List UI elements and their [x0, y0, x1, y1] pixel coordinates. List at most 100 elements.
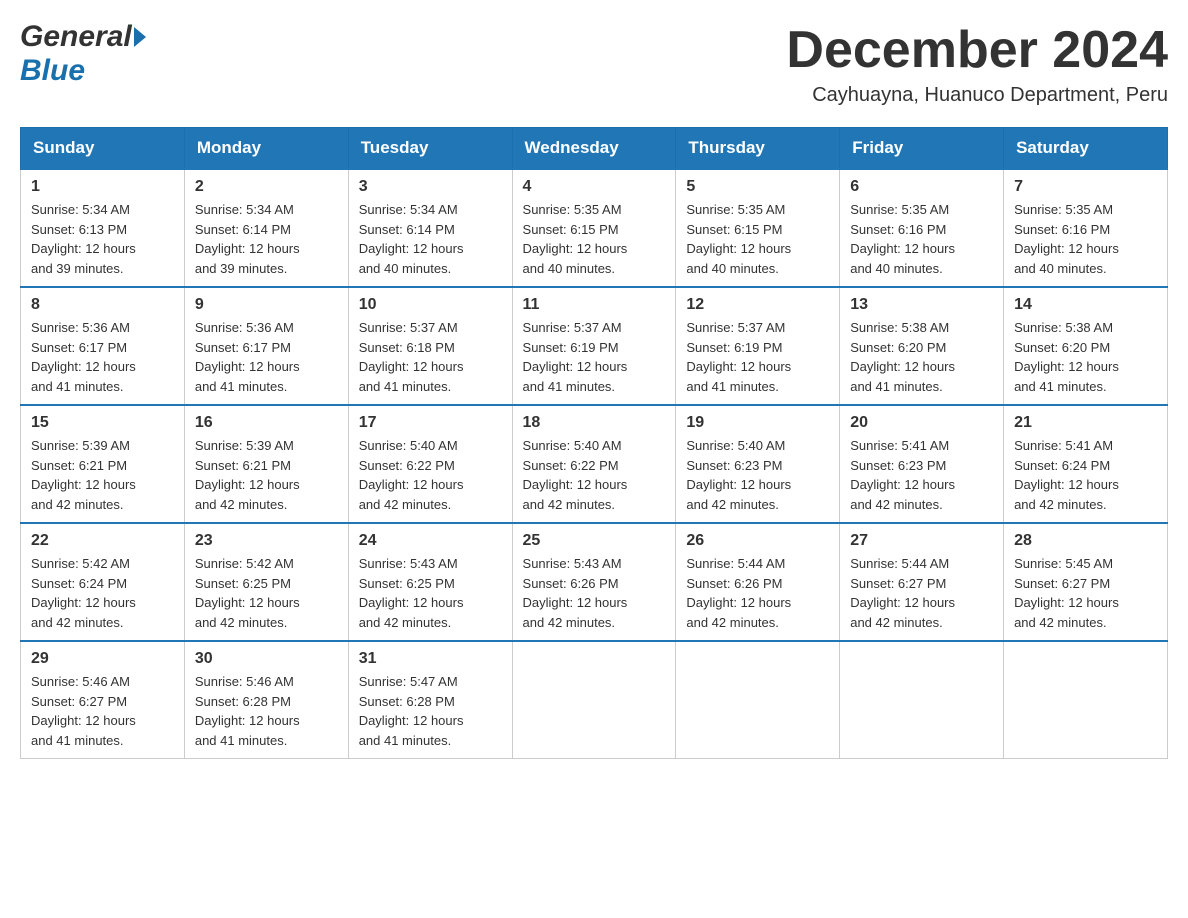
calendar-cell: 23 Sunrise: 5:42 AMSunset: 6:25 PMDaylig…: [184, 523, 348, 641]
day-info: Sunrise: 5:46 AMSunset: 6:28 PMDaylight:…: [195, 672, 338, 750]
page-header: General Blue December 2024 Cayhuayna, Hu…: [20, 20, 1168, 107]
day-info: Sunrise: 5:42 AMSunset: 6:25 PMDaylight:…: [195, 554, 338, 632]
day-number: 29: [31, 650, 174, 668]
day-info: Sunrise: 5:37 AMSunset: 6:18 PMDaylight:…: [359, 318, 502, 396]
day-info: Sunrise: 5:37 AMSunset: 6:19 PMDaylight:…: [523, 318, 666, 396]
logo-general-text: General: [20, 20, 132, 54]
day-info: Sunrise: 5:45 AMSunset: 6:27 PMDaylight:…: [1014, 554, 1157, 632]
calendar-cell: 6 Sunrise: 5:35 AMSunset: 6:16 PMDayligh…: [840, 169, 1004, 287]
calendar-cell: 21 Sunrise: 5:41 AMSunset: 6:24 PMDaylig…: [1004, 405, 1168, 523]
calendar-cell: 15 Sunrise: 5:39 AMSunset: 6:21 PMDaylig…: [21, 405, 185, 523]
calendar-week-5: 29 Sunrise: 5:46 AMSunset: 6:27 PMDaylig…: [21, 641, 1168, 759]
calendar-week-1: 1 Sunrise: 5:34 AMSunset: 6:13 PMDayligh…: [21, 169, 1168, 287]
calendar-cell: 27 Sunrise: 5:44 AMSunset: 6:27 PMDaylig…: [840, 523, 1004, 641]
day-number: 17: [359, 414, 502, 432]
day-number: 7: [1014, 178, 1157, 196]
calendar-cell: 17 Sunrise: 5:40 AMSunset: 6:22 PMDaylig…: [348, 405, 512, 523]
calendar-week-4: 22 Sunrise: 5:42 AMSunset: 6:24 PMDaylig…: [21, 523, 1168, 641]
calendar-cell: 31 Sunrise: 5:47 AMSunset: 6:28 PMDaylig…: [348, 641, 512, 759]
day-info: Sunrise: 5:36 AMSunset: 6:17 PMDaylight:…: [31, 318, 174, 396]
day-info: Sunrise: 5:40 AMSunset: 6:23 PMDaylight:…: [686, 436, 829, 514]
location-text: Cayhuayna, Huanuco Department, Peru: [786, 84, 1168, 107]
day-info: Sunrise: 5:44 AMSunset: 6:26 PMDaylight:…: [686, 554, 829, 632]
calendar-cell: 5 Sunrise: 5:35 AMSunset: 6:15 PMDayligh…: [676, 169, 840, 287]
calendar-cell: [840, 641, 1004, 759]
day-number: 28: [1014, 532, 1157, 550]
calendar-cell: 26 Sunrise: 5:44 AMSunset: 6:26 PMDaylig…: [676, 523, 840, 641]
day-info: Sunrise: 5:44 AMSunset: 6:27 PMDaylight:…: [850, 554, 993, 632]
day-info: Sunrise: 5:39 AMSunset: 6:21 PMDaylight:…: [31, 436, 174, 514]
calendar-cell: 18 Sunrise: 5:40 AMSunset: 6:22 PMDaylig…: [512, 405, 676, 523]
calendar-cell: 8 Sunrise: 5:36 AMSunset: 6:17 PMDayligh…: [21, 287, 185, 405]
calendar-cell: 28 Sunrise: 5:45 AMSunset: 6:27 PMDaylig…: [1004, 523, 1168, 641]
day-info: Sunrise: 5:35 AMSunset: 6:15 PMDaylight:…: [686, 200, 829, 278]
day-number: 25: [523, 532, 666, 550]
day-number: 2: [195, 178, 338, 196]
day-info: Sunrise: 5:39 AMSunset: 6:21 PMDaylight:…: [195, 436, 338, 514]
day-info: Sunrise: 5:35 AMSunset: 6:16 PMDaylight:…: [850, 200, 993, 278]
day-info: Sunrise: 5:41 AMSunset: 6:24 PMDaylight:…: [1014, 436, 1157, 514]
calendar-week-3: 15 Sunrise: 5:39 AMSunset: 6:21 PMDaylig…: [21, 405, 1168, 523]
calendar-cell: 1 Sunrise: 5:34 AMSunset: 6:13 PMDayligh…: [21, 169, 185, 287]
calendar-cell: 7 Sunrise: 5:35 AMSunset: 6:16 PMDayligh…: [1004, 169, 1168, 287]
col-header-friday: Friday: [840, 128, 1004, 170]
day-number: 6: [850, 178, 993, 196]
day-number: 16: [195, 414, 338, 432]
day-info: Sunrise: 5:43 AMSunset: 6:26 PMDaylight:…: [523, 554, 666, 632]
calendar-cell: 30 Sunrise: 5:46 AMSunset: 6:28 PMDaylig…: [184, 641, 348, 759]
calendar-cell: 16 Sunrise: 5:39 AMSunset: 6:21 PMDaylig…: [184, 405, 348, 523]
day-number: 8: [31, 296, 174, 314]
day-number: 13: [850, 296, 993, 314]
title-section: December 2024 Cayhuayna, Huanuco Departm…: [786, 20, 1168, 107]
day-number: 20: [850, 414, 993, 432]
day-info: Sunrise: 5:43 AMSunset: 6:25 PMDaylight:…: [359, 554, 502, 632]
calendar-cell: [512, 641, 676, 759]
day-info: Sunrise: 5:34 AMSunset: 6:14 PMDaylight:…: [195, 200, 338, 278]
calendar-cell: 25 Sunrise: 5:43 AMSunset: 6:26 PMDaylig…: [512, 523, 676, 641]
calendar-cell: 9 Sunrise: 5:36 AMSunset: 6:17 PMDayligh…: [184, 287, 348, 405]
col-header-monday: Monday: [184, 128, 348, 170]
day-info: Sunrise: 5:35 AMSunset: 6:16 PMDaylight:…: [1014, 200, 1157, 278]
day-number: 24: [359, 532, 502, 550]
calendar-cell: [1004, 641, 1168, 759]
day-info: Sunrise: 5:42 AMSunset: 6:24 PMDaylight:…: [31, 554, 174, 632]
calendar-week-2: 8 Sunrise: 5:36 AMSunset: 6:17 PMDayligh…: [21, 287, 1168, 405]
logo-arrow-icon: [134, 27, 146, 47]
day-number: 5: [686, 178, 829, 196]
day-number: 27: [850, 532, 993, 550]
day-info: Sunrise: 5:38 AMSunset: 6:20 PMDaylight:…: [850, 318, 993, 396]
day-number: 10: [359, 296, 502, 314]
calendar-cell: 12 Sunrise: 5:37 AMSunset: 6:19 PMDaylig…: [676, 287, 840, 405]
day-number: 11: [523, 296, 666, 314]
col-header-thursday: Thursday: [676, 128, 840, 170]
calendar-cell: 10 Sunrise: 5:37 AMSunset: 6:18 PMDaylig…: [348, 287, 512, 405]
calendar-cell: 11 Sunrise: 5:37 AMSunset: 6:19 PMDaylig…: [512, 287, 676, 405]
day-number: 21: [1014, 414, 1157, 432]
day-number: 26: [686, 532, 829, 550]
day-info: Sunrise: 5:46 AMSunset: 6:27 PMDaylight:…: [31, 672, 174, 750]
calendar-cell: 2 Sunrise: 5:34 AMSunset: 6:14 PMDayligh…: [184, 169, 348, 287]
calendar-cell: 29 Sunrise: 5:46 AMSunset: 6:27 PMDaylig…: [21, 641, 185, 759]
day-number: 31: [359, 650, 502, 668]
calendar-cell: 4 Sunrise: 5:35 AMSunset: 6:15 PMDayligh…: [512, 169, 676, 287]
logo-blue-text: Blue: [20, 54, 85, 87]
day-number: 14: [1014, 296, 1157, 314]
day-info: Sunrise: 5:36 AMSunset: 6:17 PMDaylight:…: [195, 318, 338, 396]
calendar-cell: 22 Sunrise: 5:42 AMSunset: 6:24 PMDaylig…: [21, 523, 185, 641]
day-number: 22: [31, 532, 174, 550]
day-info: Sunrise: 5:34 AMSunset: 6:13 PMDaylight:…: [31, 200, 174, 278]
calendar-header-row: SundayMondayTuesdayWednesdayThursdayFrid…: [21, 128, 1168, 170]
calendar-cell: 20 Sunrise: 5:41 AMSunset: 6:23 PMDaylig…: [840, 405, 1004, 523]
day-info: Sunrise: 5:40 AMSunset: 6:22 PMDaylight:…: [523, 436, 666, 514]
col-header-saturday: Saturday: [1004, 128, 1168, 170]
calendar-cell: 14 Sunrise: 5:38 AMSunset: 6:20 PMDaylig…: [1004, 287, 1168, 405]
month-title: December 2024: [786, 20, 1168, 80]
col-header-tuesday: Tuesday: [348, 128, 512, 170]
calendar-cell: [676, 641, 840, 759]
day-number: 30: [195, 650, 338, 668]
day-number: 23: [195, 532, 338, 550]
day-info: Sunrise: 5:35 AMSunset: 6:15 PMDaylight:…: [523, 200, 666, 278]
calendar-table: SundayMondayTuesdayWednesdayThursdayFrid…: [20, 127, 1168, 759]
day-number: 19: [686, 414, 829, 432]
day-number: 4: [523, 178, 666, 196]
